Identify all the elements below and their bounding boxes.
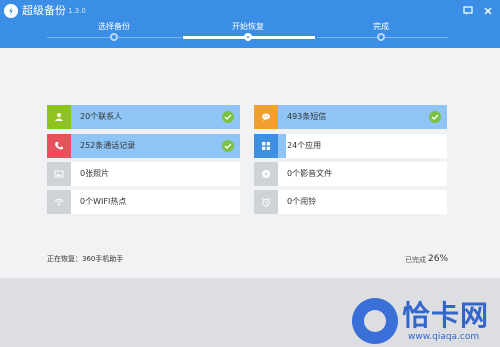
step-dot-1: [110, 33, 118, 41]
title-bar: 超级备份 1.3.0 选择备份 开始恢复 完成: [0, 0, 500, 48]
step-complete: 完成: [373, 22, 389, 31]
check-icon: [429, 111, 441, 123]
app-title: 超级备份: [22, 4, 66, 17]
item-alarms: 0个闹铃: [254, 190, 447, 214]
item-label: 493条短信: [287, 112, 327, 121]
item-label: 0个闹铃: [287, 197, 317, 206]
item-calllogs: 252条通话记录: [47, 134, 240, 158]
close-icon[interactable]: [482, 2, 494, 15]
media-icon: [254, 162, 278, 186]
sms-icon: [254, 105, 278, 129]
apps-icon: [254, 134, 278, 158]
watermark-text: 恰卡网: [402, 299, 490, 332]
complete-percent: 26%: [428, 254, 449, 264]
step-start-restore: 开始恢复: [232, 22, 264, 31]
item-label: 252条通话记录: [80, 141, 136, 150]
item-wifi: 0个WIFI热点: [47, 190, 240, 214]
step-dot-3: [377, 33, 385, 41]
item-label: 20个联系人: [80, 112, 123, 121]
item-label: 0张照片: [80, 169, 110, 178]
alarm-icon: [254, 190, 278, 214]
step-select-backup: 选择备份: [98, 22, 130, 31]
photo-icon: [47, 162, 71, 186]
item-apps: 24个应用: [254, 134, 447, 158]
menu-icon[interactable]: [462, 2, 474, 15]
wifi-icon: [47, 190, 71, 214]
watermark-url: www.qiaqa.com: [408, 332, 480, 342]
app-logo-icon: [4, 4, 18, 18]
complete-label: 已完成: [405, 256, 426, 264]
check-icon: [222, 111, 234, 123]
watermark-logo: 恰卡网 www.qiaqa.com: [352, 298, 500, 347]
progress-fill: [278, 134, 287, 158]
watermark-circle-icon: [352, 298, 398, 344]
item-label: 0个影音文件: [287, 169, 333, 178]
restoring-status: 正在恢复：360手机助手: [47, 255, 124, 263]
step-dot-2: [244, 33, 252, 41]
check-icon: [222, 140, 234, 152]
item-label: 24个应用: [287, 141, 322, 150]
phone-icon: [47, 134, 71, 158]
contact-icon: [47, 105, 71, 129]
item-contacts: 20个联系人: [47, 105, 240, 129]
item-media: 0个影音文件: [254, 162, 447, 186]
item-sms: 493条短信: [254, 105, 447, 129]
app-version: 1.3.0: [68, 7, 86, 15]
item-label: 0个WIFI热点: [80, 197, 127, 206]
item-photos: 0张照片: [47, 162, 240, 186]
